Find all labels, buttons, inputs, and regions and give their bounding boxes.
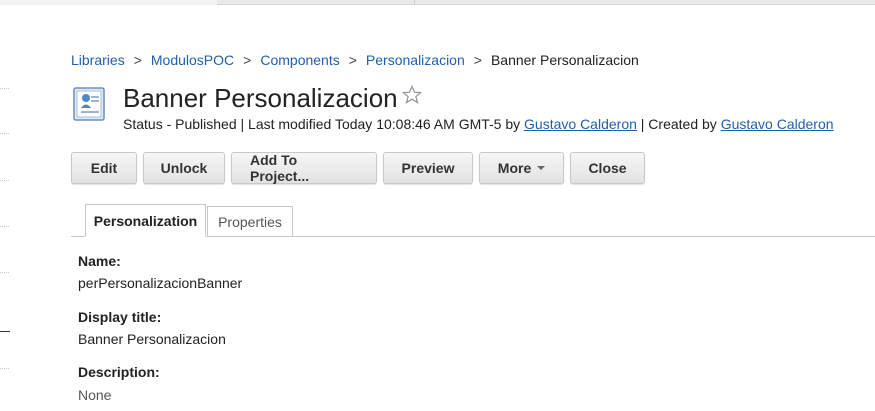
left-edge-separator bbox=[0, 368, 9, 370]
unlock-button-label: Unlock bbox=[160, 160, 208, 176]
breadcrumb-current: Banner Personalizacion bbox=[490, 52, 639, 68]
modified-by-link[interactable]: Gustavo Calderon bbox=[524, 116, 637, 132]
add-to-project-button[interactable]: Add To Project... bbox=[231, 152, 377, 184]
tab-properties-label: Properties bbox=[218, 213, 282, 230]
display-title-label: Display title: bbox=[78, 309, 162, 325]
close-button[interactable]: Close bbox=[570, 152, 645, 184]
edit-button-label: Edit bbox=[90, 160, 118, 176]
breadcrumb-link-libraries[interactable]: Libraries bbox=[71, 52, 125, 68]
preview-button-label: Preview bbox=[401, 160, 455, 176]
created-by-link[interactable]: Gustavo Calderon bbox=[721, 116, 834, 132]
page-title: Banner Personalizacion bbox=[123, 83, 398, 113]
status-line: Status - Published | Last modified Today… bbox=[123, 116, 834, 132]
page-title-row: Banner Personalizacion bbox=[123, 83, 422, 114]
breadcrumb-separator: > bbox=[348, 52, 357, 68]
left-edge-separator bbox=[0, 272, 9, 274]
action-toolbar: Edit Unlock Add To Project... Preview Mo… bbox=[71, 152, 651, 184]
breadcrumb-separator: > bbox=[133, 52, 142, 68]
preview-button[interactable]: Preview bbox=[383, 152, 473, 184]
top-tab-strip bbox=[0, 0, 875, 5]
breadcrumb-separator: > bbox=[473, 52, 482, 68]
top-tab-inactive-remnant bbox=[217, 0, 875, 5]
top-tab-active-remnant bbox=[0, 0, 217, 5]
more-button-label: More bbox=[497, 160, 532, 176]
document-icon bbox=[72, 86, 108, 122]
breadcrumb-link-components[interactable]: Components bbox=[260, 52, 339, 68]
status-text: Status - Published | Last modified Today… bbox=[123, 116, 521, 132]
created-by-text: | Created by bbox=[640, 116, 717, 132]
left-edge-separator bbox=[0, 226, 9, 228]
left-edge-separator bbox=[0, 133, 9, 135]
left-edge-separator bbox=[0, 88, 9, 90]
tab-personalization[interactable]: Personalization bbox=[85, 204, 206, 237]
edit-button[interactable]: Edit bbox=[71, 152, 137, 184]
more-menu-button[interactable]: More bbox=[479, 152, 564, 184]
caret-down-icon bbox=[537, 166, 546, 170]
breadcrumb-link-moduloscpoc[interactable]: ModulosPOC bbox=[151, 52, 234, 68]
add-to-project-button-label: Add To Project... bbox=[250, 152, 310, 184]
star-outline-icon[interactable] bbox=[401, 85, 422, 105]
close-button-label: Close bbox=[588, 160, 627, 176]
description-label: Description: bbox=[78, 364, 160, 380]
name-value: perPersonalizacionBanner bbox=[78, 275, 243, 291]
left-edge-separator bbox=[0, 180, 9, 182]
unlock-button[interactable]: Unlock bbox=[143, 152, 225, 184]
tab-personalization-label: Personalization bbox=[93, 212, 198, 229]
breadcrumb-separator: > bbox=[243, 52, 252, 68]
top-tab-divider bbox=[414, 0, 415, 5]
breadcrumb-link-personalizacion[interactable]: Personalizacion bbox=[366, 52, 465, 68]
tab-bar: Personalization Properties bbox=[71, 204, 875, 237]
breadcrumb: Libraries > ModulosPOC > Components > Pe… bbox=[71, 52, 639, 68]
tab-properties[interactable]: Properties bbox=[207, 206, 293, 236]
description-value: None bbox=[78, 387, 112, 403]
left-edge-marker bbox=[0, 331, 10, 332]
display-title-value: Banner Personalizacion bbox=[78, 331, 226, 347]
name-label: Name: bbox=[78, 253, 121, 269]
